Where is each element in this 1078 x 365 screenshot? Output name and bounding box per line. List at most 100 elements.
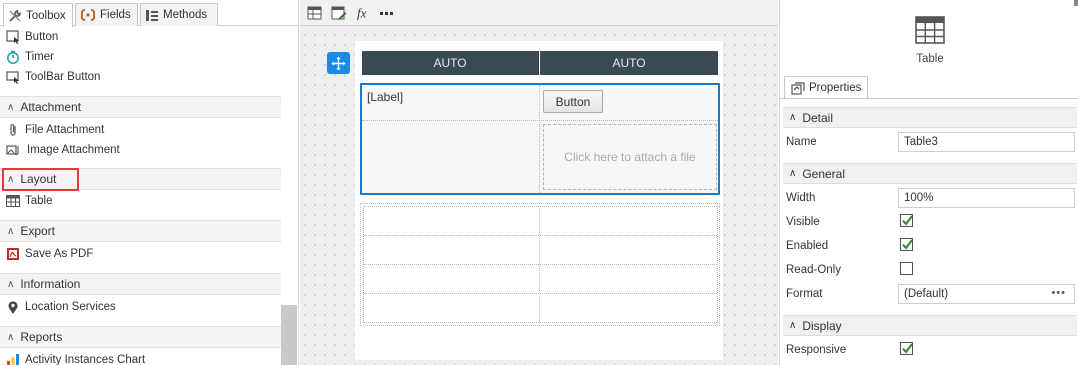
- chevron-up-icon: ∧: [789, 320, 797, 331]
- toolbox-item-location-services[interactable]: Location Services: [0, 297, 281, 317]
- toolbox-item-file-attachment[interactable]: File Attachment: [0, 120, 281, 140]
- section-reports[interactable]: ∧ Reports: [0, 326, 281, 348]
- checkmark-icon: [902, 343, 913, 354]
- table-row-divider: [363, 235, 717, 236]
- table-column-divider: [539, 85, 540, 193]
- section-export[interactable]: ∧ Export: [0, 220, 281, 242]
- toolbox-item-label: Save As PDF: [25, 248, 94, 260]
- table-column-divider: [363, 206, 364, 323]
- bar-chart-icon: [7, 354, 19, 365]
- table-row-divider: [362, 120, 718, 121]
- toolbox-item-image-attachment[interactable]: Image Attachment: [0, 140, 281, 160]
- enabled-label: Enabled: [786, 240, 829, 252]
- section-display[interactable]: ∧ Display: [783, 315, 1077, 336]
- label-control[interactable]: [Label]: [367, 90, 403, 104]
- responsive-checkbox[interactable]: [900, 342, 913, 355]
- readonly-checkbox[interactable]: [900, 262, 913, 275]
- toolbox-panel: Toolbox Fields Methods Button Timer Tool…: [0, 0, 299, 365]
- pdf-icon: [7, 248, 19, 260]
- readonly-label: Read-Only: [786, 264, 841, 276]
- svg-text:fx: fx: [357, 6, 367, 21]
- width-field[interactable]: [898, 188, 1075, 208]
- toolbox-item-timer[interactable]: Timer: [0, 47, 281, 67]
- format-field[interactable]: (Default) •••: [898, 284, 1075, 304]
- tab-toolbox-label: Toolbox: [26, 9, 66, 22]
- table-properties-icon[interactable]: [307, 5, 323, 21]
- canvas-toolbar: fx: [300, 0, 778, 26]
- tab-fields[interactable]: Fields: [75, 3, 138, 26]
- visible-label: Visible: [786, 216, 820, 228]
- responsive-label: Responsive: [786, 344, 847, 356]
- format-value: (Default): [904, 288, 949, 300]
- section-attachment[interactable]: ∧ Attachment: [0, 96, 281, 118]
- button-control[interactable]: Button: [543, 90, 603, 113]
- tab-properties[interactable]: Properties: [784, 76, 868, 99]
- table-icon: [915, 16, 945, 44]
- toolbox-item-label: File Attachment: [25, 124, 105, 136]
- table-row-divider: [363, 206, 717, 207]
- column-header-label: AUTO: [433, 56, 467, 70]
- width-label: Width: [786, 192, 816, 204]
- column-header-1[interactable]: AUTO: [362, 51, 539, 75]
- properties-scroll-indicator[interactable]: [1074, 0, 1078, 6]
- section-general[interactable]: ∧ General: [783, 163, 1077, 184]
- toolbox-item-button[interactable]: Button: [0, 26, 281, 47]
- table-column-divider: [717, 206, 718, 323]
- tab-properties-label: Properties: [809, 82, 862, 94]
- chevron-up-icon: ∧: [7, 101, 15, 113]
- enabled-checkbox[interactable]: [900, 238, 913, 251]
- ellipsis-icon[interactable]: •••: [1051, 287, 1066, 299]
- name-label: Name: [786, 136, 817, 148]
- column-header-2[interactable]: AUTO: [540, 51, 718, 75]
- toolbox-item-toolbar-button[interactable]: ToolBar Button: [0, 67, 281, 87]
- toolbar-button-icon: [6, 71, 19, 84]
- toolbox-item-label: Image Attachment: [27, 144, 120, 156]
- location-pin-icon: [8, 300, 18, 314]
- file-attachment-control[interactable]: Click here to attach a file: [543, 124, 717, 190]
- toolbox-scroll-thumb[interactable]: [281, 305, 297, 365]
- toolbox-item-label: Button: [25, 30, 59, 43]
- chevron-up-icon: ∧: [789, 112, 797, 123]
- button-control-icon: [6, 29, 19, 44]
- properties-panel: Table Properties ∧ Detail Name ∧ General…: [779, 0, 1078, 365]
- tab-toolbox[interactable]: Toolbox: [3, 3, 73, 27]
- more-options-icon[interactable]: [379, 5, 395, 21]
- chevron-up-icon: ∧: [7, 225, 15, 237]
- table-row-divider: [363, 322, 717, 323]
- visible-checkbox[interactable]: [900, 214, 913, 227]
- section-information[interactable]: ∧ Information: [0, 273, 281, 295]
- move-handle-icon[interactable]: [327, 52, 350, 74]
- control-type-caption: Table: [916, 53, 944, 65]
- section-general-label: General: [802, 166, 846, 181]
- toolbox-item-save-as-pdf[interactable]: Save As PDF: [0, 244, 281, 264]
- checkmark-icon: [902, 239, 913, 250]
- section-display-label: Display: [802, 318, 842, 333]
- edit-table-icon[interactable]: [331, 5, 347, 21]
- chevron-up-icon: ∧: [7, 331, 15, 343]
- paperclip-icon: [10, 124, 16, 136]
- name-field[interactable]: [898, 132, 1075, 152]
- format-label: Format: [786, 288, 823, 300]
- table-icon: [6, 195, 20, 207]
- toolbox-item-activity-instances-chart[interactable]: Activity Instances Chart: [0, 350, 281, 365]
- toolbox-item-label: Location Services: [25, 301, 116, 313]
- table-row-divider: [363, 264, 717, 265]
- tab-underline: [780, 98, 1078, 99]
- timer-icon: [7, 50, 19, 64]
- section-detail-label: Detail: [802, 110, 834, 125]
- toolbox-item-label: Activity Instances Chart: [25, 354, 146, 365]
- section-attachment-label: Attachment: [20, 100, 82, 114]
- chevron-up-icon: ∧: [7, 278, 15, 290]
- section-detail[interactable]: ∧ Detail: [783, 107, 1077, 128]
- tab-methods[interactable]: Methods: [140, 3, 218, 26]
- section-information-label: Information: [20, 277, 81, 291]
- toolbox-item-table[interactable]: Table: [0, 191, 281, 211]
- expression-fx-icon[interactable]: fx: [356, 5, 372, 21]
- section-export-label: Export: [20, 224, 56, 238]
- column-header-label: AUTO: [612, 56, 646, 70]
- toolbox-tabs: Toolbox Fields Methods: [0, 0, 298, 27]
- layout-highlight-box: [2, 168, 79, 191]
- toolbox-item-label: Timer: [25, 51, 54, 63]
- methods-icon: [146, 9, 158, 21]
- brackets-icon: [80, 9, 96, 21]
